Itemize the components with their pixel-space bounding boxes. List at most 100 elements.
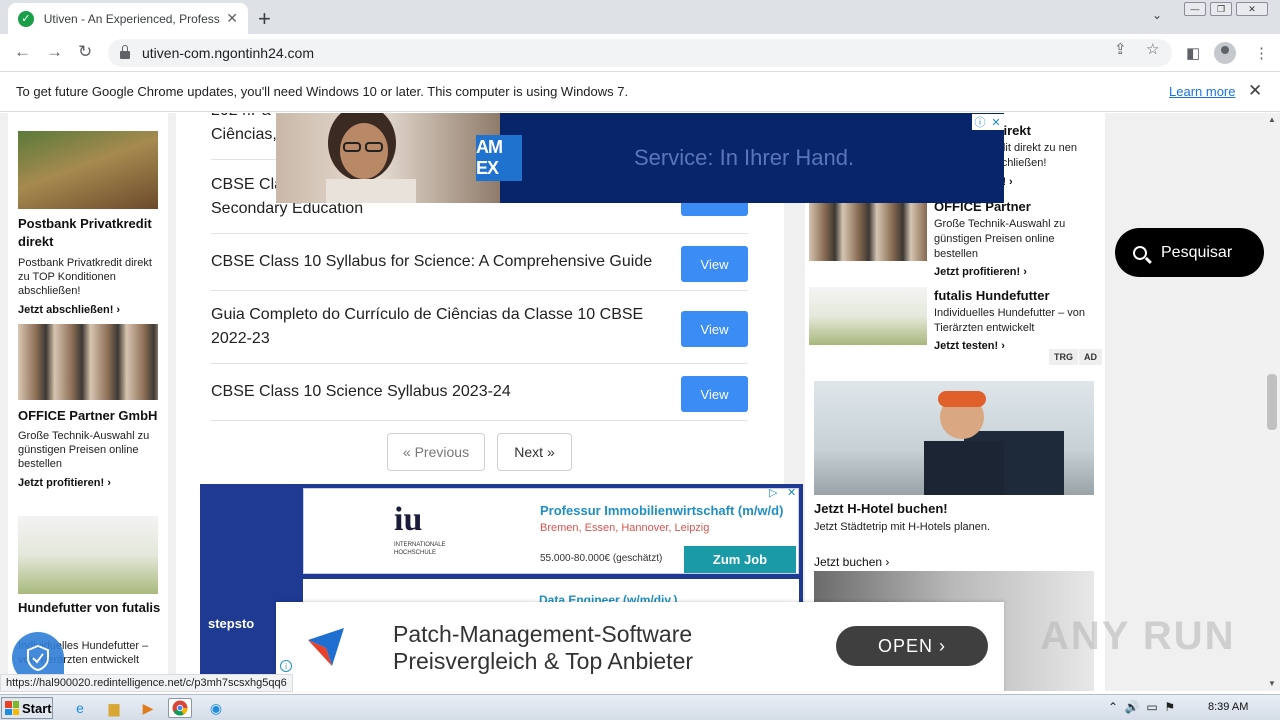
right-ad-cta-2[interactable]: Jetzt profitieren! › [934,266,1027,278]
menu-kebab-icon[interactable]: ⋮ [1254,44,1269,62]
infobar-close-icon[interactable]: ✕ [1248,81,1262,101]
anchor-ad-line2: Preisvergleich & Top Anbieter [393,648,694,674]
scroll-up-arrow-icon[interactable]: ▲ [1268,115,1276,124]
row-text[interactable]: CBSE Class 10 Syllabus for Science: A Co… [211,250,671,274]
left-ad-title-2[interactable]: OFFICE Partner GmbH [18,407,163,425]
view-button[interactable]: View [681,246,748,282]
adchoices-icon[interactable]: ▷ [769,486,777,499]
iu-logo: iu [394,501,423,538]
next-page-button[interactable]: Next » [497,433,572,471]
address-bar[interactable]: utiven-com.ngontinh24.com [108,39,1172,67]
ad-close-icon[interactable]: ✕ [787,486,796,499]
restore-button[interactable]: ❐ [1210,2,1232,16]
scroll-thumb[interactable] [1267,374,1277,430]
share-icon[interactable]: ⇪ [1114,40,1127,58]
zum-job-button[interactable]: Zum Job [684,546,796,573]
arrow-logo-icon [308,628,344,666]
shield-glyph [27,644,49,672]
trg-badge[interactable]: TRG [1049,349,1078,365]
search-icon [1133,245,1147,260]
favicon-check-icon: ✓ [18,10,34,27]
view-button[interactable]: View [681,376,748,412]
new-tab-button[interactable]: + [258,6,271,32]
amex-banner-ad[interactable]: AM EX Service: In Ihrer Hand. ⓘ ✕ [276,105,1004,203]
woman-with-glasses-illustration [326,105,416,203]
ad-badge[interactable]: AD [1079,349,1102,365]
right-ad-cta-3[interactable]: Jetzt testen! › [934,340,1005,352]
hotel-ad-desc: Jetzt Städtetrip mit H-Hotels planen. [814,521,991,533]
right-ad-title-3[interactable]: futalis Hundefutter [934,288,1050,303]
anchor-ad[interactable]: Patch-Management-Software Preisvergleich… [276,602,1004,692]
hotel-ad-cta[interactable]: Jetzt buchen › [814,555,889,569]
reload-icon[interactable]: ↻ [78,42,92,62]
edge-icon[interactable]: ◉ [204,698,228,718]
url-text: utiven-com.ngontinh24.com [142,45,314,61]
left-ad-cta-1[interactable]: Jetzt abschließen! › [18,304,120,316]
tab-search-chevron-icon[interactable]: ⌄ [1152,8,1162,22]
list-item: CBSE Class 10 Syllabus for Science: A Co… [211,234,748,291]
media-player-icon[interactable]: ▶ [136,698,160,718]
job-salary: 55.000-80.000€ (geschätzt) [540,553,663,564]
close-window-button[interactable]: ✕ [1236,2,1268,16]
row-text[interactable]: CBSE Class 10 Science Syllabus 2023-24 [211,380,651,404]
forward-arrow-icon[interactable]: → [46,42,63,62]
office-partner-image[interactable] [809,203,927,261]
pesquisar-search-button[interactable]: Pesquisar [1115,228,1264,277]
futalis-image[interactable] [809,287,927,345]
minimize-button[interactable]: — [1184,2,1206,16]
chrome-icon [172,700,188,716]
learn-more-link[interactable]: Learn more [1169,84,1235,99]
profile-avatar[interactable] [1214,42,1236,64]
infobar-message: To get future Google Chrome updates, you… [16,84,629,99]
left-ad-desc-2: Große Technik-Auswahl zu günstigen Preis… [18,430,150,470]
right-ad-desc-2: Große Technik-Auswahl zu günstigen Preis… [934,218,1066,260]
browser-toolbar: ← → ↻ utiven-com.ngontinh24.com ⇪ ☆ ◧ ⋮ [0,34,1280,72]
tab-title: Utiven - An Experienced, Profession [43,11,221,26]
taskbar-clock: 8:39 AM [1208,701,1249,713]
scroll-down-arrow-icon[interactable]: ▼ [1268,679,1276,688]
amex-logo: AM EX [476,135,522,181]
man-with-glasses-illustration [924,391,1064,495]
stepstone-logo: stepsto [208,616,255,631]
file-explorer-icon[interactable]: ▆ [102,698,126,718]
ad-info-icon[interactable]: ⓘ [972,114,988,130]
chrome-taskbar-icon[interactable] [168,698,192,718]
ad-info-icon[interactable]: i [280,660,292,672]
tab-strip: ✓ Utiven - An Experienced, Profession ✕ … [0,0,1280,34]
anyrun-watermark: ANY RUN [1040,614,1236,658]
amex-tagline: Service: In Ihrer Hand. [634,145,855,170]
back-arrow-icon[interactable]: ← [14,42,31,62]
row-text[interactable]: Guia Completo do Currículo de Ciências d… [211,303,651,351]
view-button[interactable]: View [681,311,748,347]
list-item: Guia Completo do Currículo de Ciências d… [211,291,748,364]
internet-explorer-icon[interactable]: e [68,698,92,718]
start-label: Start [22,700,52,716]
left-ad-title-3[interactable]: Hundefutter von futalis [18,599,163,617]
left-ad-cta-2[interactable]: Jetzt profitieren! › [18,477,111,489]
futalis-ad-image[interactable] [18,516,158,594]
bookmark-star-icon[interactable]: ☆ [1146,40,1159,58]
previous-page-button[interactable]: « Previous [387,433,485,471]
tab-close-icon[interactable]: ✕ [226,10,238,27]
start-button[interactable]: Start [1,697,53,719]
iu-logo-subtitle: INTERNATIONALE HOCHSCHULE [394,542,446,556]
job-card[interactable]: iu INTERNATIONALE HOCHSCHULE Professur I… [303,488,799,574]
page-scrollbar[interactable]: ▲ ▼ [1264,113,1280,691]
hotel-ad-image[interactable] [814,381,1094,495]
right-ad-desc-3: Individuelles Hundefutter – von Tierärzt… [934,307,1086,334]
ad-close-icon[interactable]: ✕ [988,114,1004,130]
search-label: Pesquisar [1161,243,1233,261]
windows-logo-icon [5,701,19,715]
amex-woman-photo [276,105,500,203]
left-ad-title-1[interactable]: Postbank Privatkredit direkt [18,215,163,251]
office-ad-image[interactable] [18,324,158,400]
side-panel-icon[interactable]: ◧ [1186,44,1200,62]
left-ad-desc-1: Postbank Privatkredit direkt zu TOP Kond… [18,257,152,297]
open-button[interactable]: OPEN › [836,626,988,666]
hotel-ad-title[interactable]: Jetzt H-Hotel buchen! [814,501,948,516]
tab-active[interactable]: ✓ Utiven - An Experienced, Profession ✕ [8,3,248,34]
system-tray-icons[interactable]: ⌃ 🔊 ▭ ⚑ [1108,700,1175,714]
postbank-ad-image[interactable] [18,131,158,209]
job-title[interactable]: Professur Immobilienwirtschaft (m/w/d) [540,503,783,518]
job-locations: Bremen, Essen, Hannover, Leipzig [540,522,710,534]
